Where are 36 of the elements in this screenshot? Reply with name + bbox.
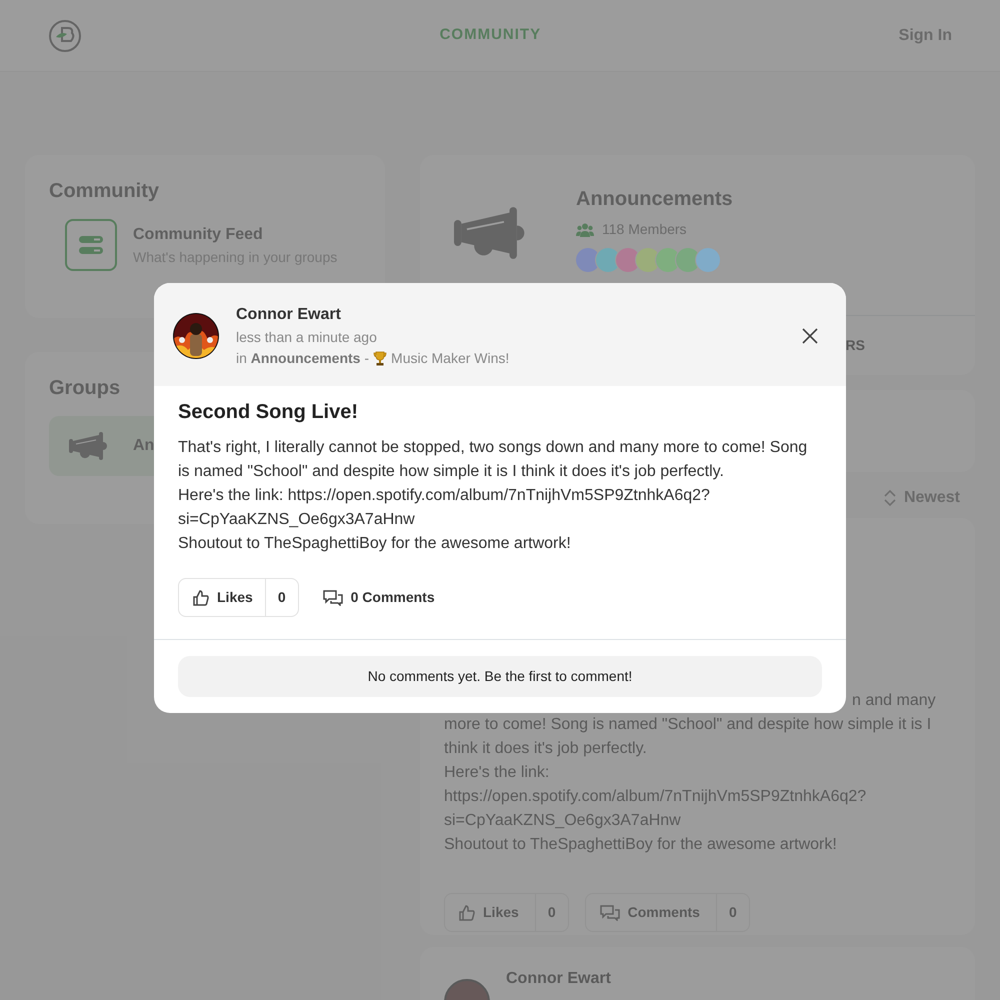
post-body: That's right, I literally cannot be stopped, two songs down and many more to come! Song is named "School" and despite how simple it is I think it does it's job perfectly. Here's the link: https://open.spotify.com/album/7nTnijhVm5SP9ZtnhkA6q2?si=CpYaaKZNS_Oe6gx3A7aHnw Shoutout to TheSpaghettiBoy for the awesome artwork!: [178, 438, 808, 554]
post-text-line: https://open.spotify.com/album/7nTnijhVm5SP9ZtnhkA6q2?: [444, 787, 866, 807]
post-text-line: n and many: [852, 691, 936, 711]
group-title: Announcements: [576, 187, 733, 211]
trophy-icon: [373, 351, 388, 366]
author-name: Connor Ewart: [236, 305, 342, 325]
post-category: Music Maker Wins!: [391, 349, 510, 368]
thumbs-up-icon: [459, 904, 475, 920]
post-text-line: si=CpYaaKZNS_Oe6gx3A7aHnw: [444, 811, 681, 831]
thumbs-up-icon: [193, 590, 209, 606]
post-text-line: think it does it's job perfectly.: [444, 739, 647, 759]
comments-link[interactable]: 0 Comments: [322, 587, 435, 608]
card-title: Groups: [49, 376, 122, 400]
feed-title[interactable]: Community Feed: [133, 222, 338, 246]
post-context: in Announcements -: [236, 349, 370, 368]
comments-button[interactable]: Comments 0: [584, 893, 750, 932]
comments-icon: [322, 590, 343, 606]
post-time: less than a minute ago: [236, 328, 377, 347]
logo-icon: [48, 18, 82, 52]
likes-button[interactable]: Likes 0: [444, 893, 569, 932]
post-text-line: Here's the link:: [444, 763, 550, 783]
feed-icon: [65, 219, 117, 271]
close-icon: [802, 328, 818, 344]
sort-icon: [884, 490, 896, 506]
users-icon: [576, 222, 594, 236]
post-title: Second Song Live!: [178, 400, 360, 424]
card-title: Community: [49, 179, 160, 203]
empty-comments-message: No comments yet. Be the first to comment!: [178, 656, 822, 697]
likes-button[interactable]: Likes 0: [178, 578, 299, 617]
author-name: Connor Ewart: [506, 969, 611, 989]
nav-link[interactable]: COMMUNITY: [440, 24, 542, 47]
post-text-line: more to come! Song is named "School" and despite how simple it is I: [444, 715, 932, 735]
megaphone-icon: [69, 432, 109, 460]
comments-icon: [600, 904, 620, 920]
group-tab[interactable]: RS: [846, 335, 865, 356]
post-text-line: Shoutout to TheSpaghettiBoy for the awesome artwork!: [444, 835, 837, 855]
